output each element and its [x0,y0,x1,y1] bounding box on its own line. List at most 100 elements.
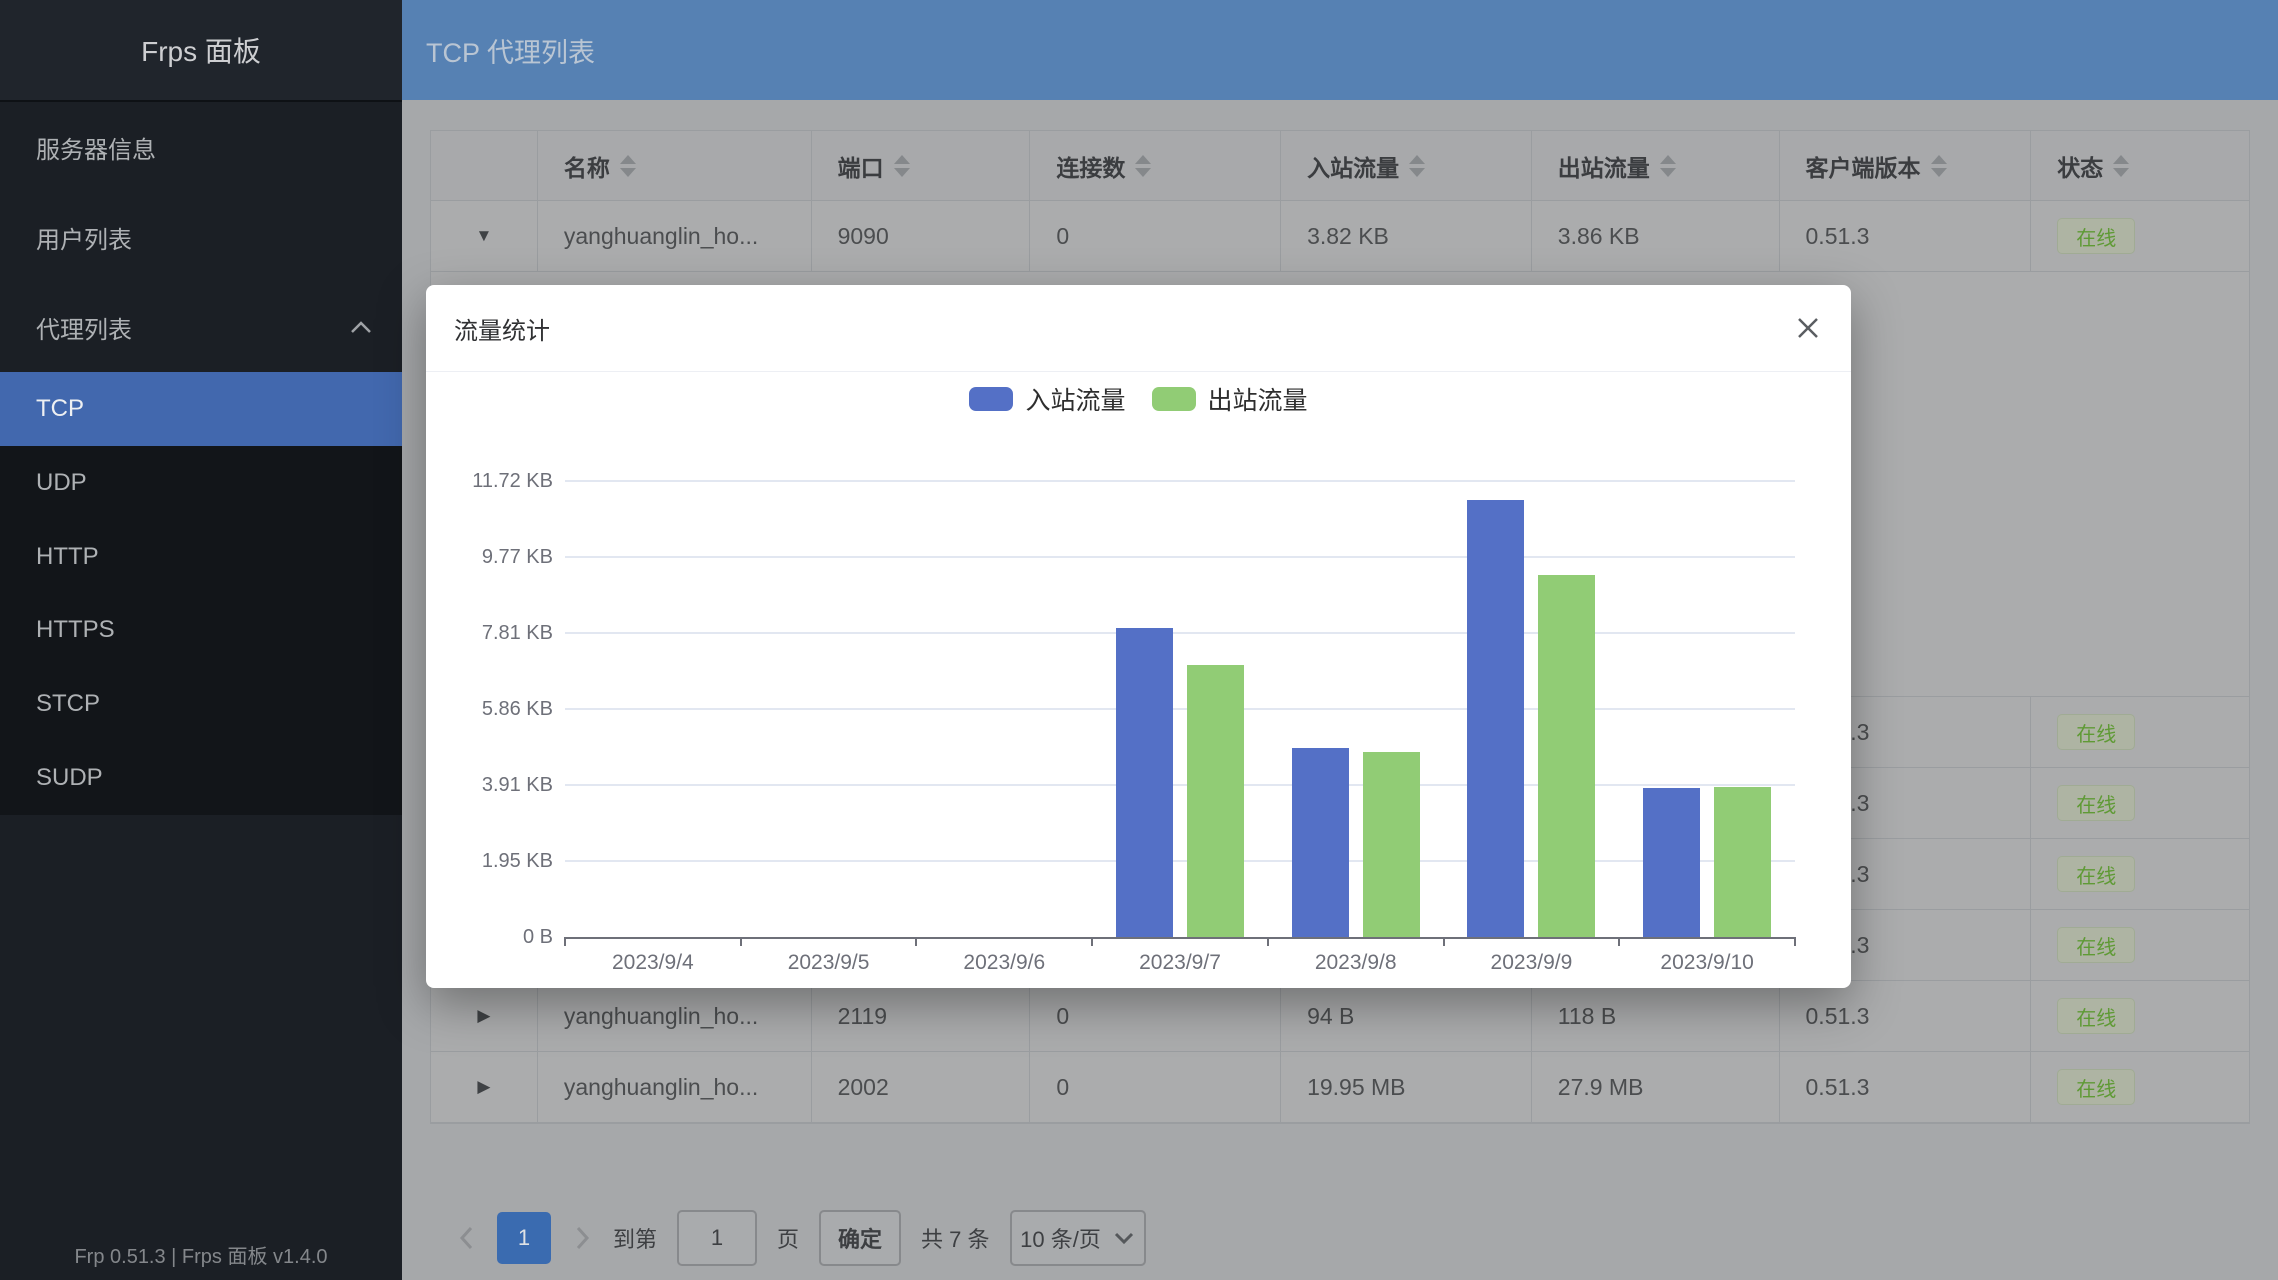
sort-carets-icon [894,155,910,177]
chevron-left-icon [458,1225,474,1251]
status-badge: 在线 [2057,998,2135,1034]
column-header-label: 客户端版本 [1806,149,1921,183]
column-header-expand [431,131,538,200]
sidebar-subitem-tcp[interactable]: TCP [0,372,402,446]
status-cell: 在线 [2031,1052,2249,1122]
chevron-right-icon [574,1225,590,1251]
column-header-label: 入站流量 [1307,149,1399,183]
sidebar-subitem-https[interactable]: HTTPS [0,593,402,667]
table-row: ▶yanghuanglin_ho...2119094 B118 B0.51.3在… [431,981,2249,1052]
bar-traffic-in [1643,788,1700,937]
cell-traffic-out: 3.86 KB [1532,201,1780,271]
sidebar-item-label: 服务器信息 [36,130,156,165]
page-size-value: 10 条/页 [1020,1222,1101,1254]
sidebar-footer-version: Frp 0.51.3 | Frps 面板 v1.4.0 [0,1240,402,1269]
column-header[interactable]: 端口 [812,131,1031,200]
status-cell: 在线 [2031,910,2249,980]
sidebar-subitem-label: HTTPS [36,616,115,644]
column-header-label: 连接数 [1056,149,1125,183]
goto-page-label: 到第 [613,1222,657,1254]
column-header-label: 名称 [564,149,610,183]
frps-dashboard: Frps 面板 服务器信息用户列表代理列表 TCP UDPHTTP HTTPS STC… [0,0,2278,1280]
sidebar-item-label: 用户列表 [36,220,132,255]
row-expand-arrow[interactable]: ▶ [431,981,538,1051]
sort-asc-icon [2113,155,2129,164]
sort-desc-icon [1135,168,1151,177]
prev-page-button[interactable] [455,1212,477,1264]
pagination: 1 到第 1 页 确定 共 7 条 10 条/页 [455,1212,1146,1264]
row-expand-arrow[interactable]: ▼ [431,201,538,271]
table-row: ▼yanghuanglin_ho...909003.82 KB3.86 KB0.… [431,201,2249,272]
bar-traffic-in [1467,500,1524,937]
sidebar-subitem-stcp[interactable]: STCP [0,667,402,741]
status-badge: 在线 [2057,785,2135,821]
chart-gridline [565,556,1795,558]
cell-client-version: 0.51.3 [1780,201,2032,271]
sidebar-submenu: TCP UDPHTTP HTTPS STCP SUDP [0,372,402,815]
status-cell: 在线 [2031,768,2249,838]
cell-name: yanghuanglin_ho... [538,201,812,271]
column-header[interactable]: 客户端版本 [1780,131,2032,200]
sort-asc-icon [1135,155,1151,164]
y-axis-tick-label: 1.95 KB [441,851,553,871]
x-axis-category-label: 2023/9/4 [565,951,741,975]
page-unit-label: 页 [777,1222,799,1254]
cell-connections: 0 [1030,201,1281,271]
sort-desc-icon [1931,168,1947,177]
row-expand-arrow[interactable]: ▶ [431,1052,538,1122]
sort-desc-icon [1409,168,1425,177]
column-header[interactable]: 入站流量 [1281,131,1532,200]
total-count-label: 共 7 条 [921,1222,989,1254]
sort-desc-icon [1660,168,1676,177]
column-header[interactable]: 名称 [538,131,812,200]
sort-asc-icon [1409,155,1425,164]
cell-name: yanghuanglin_ho... [538,1052,812,1122]
cell-client-version: 0.51.3 [1780,981,2032,1051]
sidebar-subitem-label: TCP [36,395,84,423]
status-badge: 在线 [2057,218,2135,254]
sidebar-item[interactable]: 用户列表 [0,192,402,282]
x-axis-line [565,937,1795,939]
next-page-button[interactable] [571,1212,593,1264]
page-title: TCP 代理列表 [426,31,595,70]
chart-gridline [565,784,1795,786]
sidebar-subitem-label: STCP [36,690,100,718]
column-header[interactable]: 连接数 [1030,131,1281,200]
status-cell: 在线 [2031,981,2249,1051]
sidebar-subitem-http[interactable]: HTTP [0,520,402,594]
sort-carets-icon [1135,155,1151,177]
page-header: TCP 代理列表 [402,0,2278,100]
confirm-button[interactable]: 确定 [819,1210,901,1266]
sort-carets-icon [1409,155,1425,177]
status-badge: 在线 [2057,856,2135,892]
sidebar-item[interactable]: 代理列表 [0,282,402,372]
y-axis-tick-label: 5.86 KB [441,699,553,719]
x-axis-tick [564,937,566,946]
cell-connections: 0 [1030,1052,1281,1122]
traffic-stats-dialog: 流量统计 入站流量出站流量 0 B1.95 KB3.91 KB5.86 KB7.… [426,285,1851,988]
column-header-label: 端口 [838,149,884,183]
app-title: Frps 面板 [0,0,402,102]
sidebar-subitem-sudp[interactable]: SUDP [0,741,402,815]
goto-page-input[interactable]: 1 [677,1210,757,1266]
cell-traffic-in: 3.82 KB [1281,201,1532,271]
status-badge: 在线 [2057,1069,2135,1105]
column-header[interactable]: 出站流量 [1532,131,1780,200]
page-size-select[interactable]: 10 条/页 [1010,1210,1146,1266]
cell-port: 9090 [812,201,1031,271]
sidebar-subitem-udp[interactable]: UDP [0,446,402,520]
chevron-down-icon [1113,1231,1135,1245]
page-number-button[interactable]: 1 [497,1212,551,1264]
y-axis-tick-label: 3.91 KB [441,775,553,795]
sidebar-item[interactable]: 服务器信息 [0,102,402,192]
cell-traffic-in: 19.95 MB [1281,1052,1532,1122]
sort-asc-icon [894,155,910,164]
column-header-label: 出站流量 [1558,149,1650,183]
cell-port: 2119 [812,981,1031,1051]
column-header[interactable]: 状态 [2031,131,2249,200]
sort-asc-icon [620,155,636,164]
bar-traffic-out [1187,665,1244,937]
cell-traffic-out: 27.9 MB [1532,1052,1780,1122]
sort-asc-icon [1931,155,1947,164]
sort-desc-icon [2113,168,2129,177]
